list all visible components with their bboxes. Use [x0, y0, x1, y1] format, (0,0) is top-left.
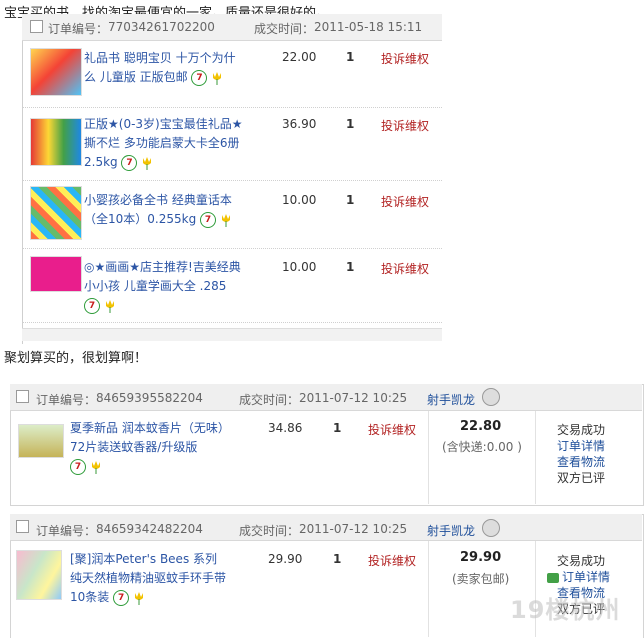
- product-title-link[interactable]: [聚]润本Peter's Bees 系列 纯天然植物精油驱蚊手环手带10条装 7: [70, 550, 230, 607]
- order-id: 84659395582204: [96, 391, 203, 405]
- order-detail-link[interactable]: 订单详情: [562, 570, 610, 584]
- tulip-icon: [134, 591, 143, 605]
- order-detail-row[interactable]: 订单详情: [547, 569, 610, 585]
- item-price: 10.00: [282, 260, 317, 274]
- column-divider: [428, 541, 429, 637]
- product-thumbnail[interactable]: [30, 256, 82, 292]
- item-price: 29.90: [268, 552, 303, 566]
- order-time-label: 成交时间：: [239, 524, 300, 538]
- order-total: 29.90: [460, 550, 502, 565]
- complaint-link[interactable]: 投诉维权: [368, 421, 416, 438]
- tulip-icon: [105, 299, 114, 313]
- order-id-label: 订单编号：: [36, 524, 97, 538]
- order-id-label: 订单编号：: [48, 22, 109, 36]
- item-quantity: 1: [346, 260, 355, 274]
- seven-day-return-icon: 7: [121, 154, 138, 171]
- order-id-label: 订单编号：: [36, 393, 97, 407]
- shipping-note: (含快递:0.00 ): [442, 440, 522, 454]
- product-title-link[interactable]: 正版★(0-3岁)宝宝最佳礼品★撕不烂 多功能启蒙大卡全6册2.5kg 7: [84, 115, 244, 172]
- complaint-link[interactable]: 投诉维权: [381, 260, 429, 277]
- item-price: 22.00: [282, 50, 317, 64]
- product-thumbnail[interactable]: [18, 424, 64, 458]
- seller-link[interactable]: 射手凯龙: [427, 522, 475, 539]
- order-id: 84659342482204: [96, 522, 203, 536]
- product-title[interactable]: [聚]润本Peter's Bees 系列 纯天然植物精油驱蚊手环手带10条装: [70, 552, 226, 604]
- item-price: 34.86: [268, 421, 303, 435]
- product-title[interactable]: 正版★(0-3岁)宝宝最佳礼品★撕不烂 多功能启蒙大卡全6册2.5kg: [84, 117, 242, 169]
- order-detail-link[interactable]: 订单详情: [557, 438, 605, 454]
- order-time-label: 成交时间：: [254, 22, 315, 36]
- order-checkbox[interactable]: [16, 520, 29, 533]
- item-quantity: 1: [346, 193, 355, 207]
- item-price: 36.90: [282, 117, 317, 131]
- seven-day-return-icon: 7: [200, 211, 217, 228]
- order-status-block: 交易成功 订单详情 查看物流 双方已评: [557, 422, 605, 486]
- column-divider: [428, 411, 429, 504]
- product-thumbnail[interactable]: [16, 550, 62, 600]
- order-time-label: 成交时间：: [239, 393, 300, 407]
- item-quantity: 1: [346, 117, 355, 131]
- chat-icon: [547, 572, 559, 583]
- order-id: 77034261702200: [108, 20, 215, 34]
- product-title-link[interactable]: 夏季新品 润本蚊香片（无味）72片装送蚊香器/升级版 7: [70, 419, 230, 476]
- view-logistics-link[interactable]: 查看物流: [557, 454, 605, 470]
- item-price: 10.00: [282, 193, 317, 207]
- column-divider: [535, 411, 536, 504]
- tulip-icon: [143, 156, 152, 170]
- product-thumbnail[interactable]: [30, 186, 82, 240]
- product-title[interactable]: ◎★画画★店主推荐!吉美经典 小小孩 儿童学画大全 .285: [84, 260, 241, 293]
- order-status: 交易成功: [557, 554, 606, 568]
- review-status: 双方已评: [557, 471, 606, 485]
- order-checkbox[interactable]: [30, 20, 43, 33]
- complaint-link[interactable]: 投诉维权: [368, 552, 416, 569]
- wangwang-icon[interactable]: [482, 519, 500, 537]
- product-thumbnail[interactable]: [30, 118, 82, 166]
- seven-day-return-icon: 7: [191, 69, 208, 86]
- shipping-note: (卖家包邮): [452, 572, 510, 586]
- caption-juhuasuan: 聚划算买的，很划算啊！: [4, 351, 148, 366]
- seller-link[interactable]: 射手凯龙: [427, 391, 475, 408]
- wangwang-icon[interactable]: [482, 388, 500, 406]
- complaint-link[interactable]: 投诉维权: [381, 193, 429, 210]
- order-time: 2011-07-12 10:25: [299, 522, 408, 536]
- watermark-logo: 19楼杭州: [510, 596, 621, 624]
- order-total: 22.80: [460, 419, 502, 434]
- item-quantity: 1: [333, 421, 342, 435]
- item-quantity: 1: [346, 50, 355, 64]
- tulip-icon: [213, 71, 222, 85]
- seven-day-return-icon: 7: [84, 297, 100, 314]
- product-title[interactable]: 夏季新品 润本蚊香片（无味）72片装送蚊香器/升级版: [70, 421, 230, 454]
- product-title-link[interactable]: 小婴孩必备全书 经典童话本（全10本）0.255kg 7: [84, 191, 246, 229]
- order-checkbox[interactable]: [16, 390, 29, 403]
- tulip-icon: [221, 213, 230, 227]
- product-thumbnail[interactable]: [30, 48, 82, 96]
- order-footer: [22, 328, 442, 341]
- product-title-link[interactable]: 礼品书 聪明宝贝 十万个为什么 儿童版 正版包邮 7: [84, 49, 244, 87]
- seven-day-return-icon: 7: [70, 458, 86, 475]
- seven-day-return-icon: 7: [113, 589, 130, 606]
- complaint-link[interactable]: 投诉维权: [381, 117, 429, 134]
- order-time: 2011-07-12 10:25: [299, 391, 408, 405]
- tulip-icon: [91, 460, 100, 474]
- order-status: 交易成功: [557, 423, 606, 437]
- order-time: 2011-05-18 15:11: [314, 20, 423, 34]
- complaint-link[interactable]: 投诉维权: [381, 50, 429, 67]
- product-title-link[interactable]: ◎★画画★店主推荐!吉美经典 小小孩 儿童学画大全 .285 7: [84, 258, 242, 315]
- item-quantity: 1: [333, 552, 342, 566]
